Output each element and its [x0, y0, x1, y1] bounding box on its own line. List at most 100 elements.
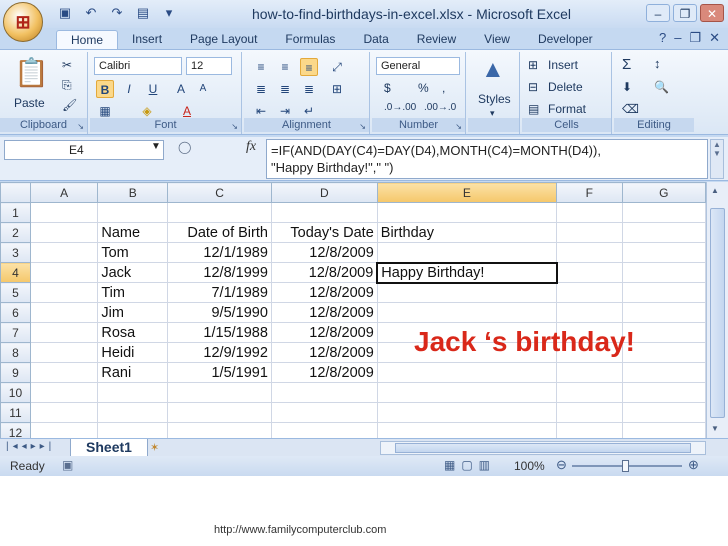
col-header-c[interactable]: C — [167, 182, 272, 203]
cell[interactable] — [556, 282, 623, 303]
align-top-icon[interactable]: ≡ — [252, 58, 270, 76]
col-header-g[interactable]: G — [621, 182, 706, 203]
macro-record-icon[interactable]: ▣ — [62, 458, 73, 472]
cell[interactable] — [376, 422, 558, 438]
redo-icon[interactable]: ↷ — [108, 5, 126, 21]
col-header-b[interactable]: B — [97, 182, 169, 203]
delete-cells-button[interactable]: Delete — [548, 80, 583, 94]
cell[interactable] — [167, 422, 272, 438]
col-header-e[interactable]: E — [376, 182, 558, 203]
tab-review[interactable]: Review — [403, 30, 470, 50]
cell[interactable]: Tim — [97, 282, 169, 303]
cell[interactable] — [621, 402, 706, 423]
cut-icon[interactable]: ✂ — [62, 58, 72, 72]
font-size-select[interactable]: 12 — [186, 57, 232, 75]
number-launcher-icon[interactable]: ↘ — [455, 122, 462, 131]
autosum-icon[interactable]: Σ — [622, 56, 631, 73]
copy-icon[interactable]: ⎘ — [62, 78, 72, 93]
cell[interactable] — [376, 242, 558, 263]
cell[interactable]: 12/8/2009 — [270, 302, 378, 323]
cell[interactable] — [376, 402, 558, 423]
cell[interactable] — [556, 362, 623, 383]
zoom-in-icon[interactable]: ⊕ — [688, 457, 699, 473]
cell[interactable]: 1/5/1991 — [167, 362, 272, 383]
form-icon[interactable]: ▤ — [134, 5, 152, 21]
cell[interactable] — [270, 402, 378, 423]
cell[interactable] — [29, 282, 99, 303]
tab-formulas[interactable]: Formulas — [271, 30, 349, 50]
tab-developer[interactable]: Developer — [524, 30, 607, 50]
cell[interactable] — [621, 262, 706, 283]
styles-icon[interactable]: ▲ — [481, 56, 505, 84]
ribbon-close-icon[interactable]: ✕ — [709, 30, 720, 46]
cell[interactable] — [556, 402, 623, 423]
cell[interactable] — [621, 422, 706, 438]
tab-page-layout[interactable]: Page Layout — [176, 30, 271, 50]
vertical-scrollbar[interactable]: ▲ ▼ — [706, 182, 728, 438]
cell[interactable] — [97, 202, 169, 223]
cell[interactable] — [376, 302, 558, 323]
cell[interactable] — [270, 382, 378, 403]
row-header[interactable]: 10 — [0, 382, 31, 403]
row-header[interactable]: 11 — [0, 402, 31, 423]
cell[interactable]: 12/8/2009 — [270, 282, 378, 303]
align-left-icon[interactable]: ≣ — [252, 80, 270, 98]
underline-icon[interactable]: U — [144, 80, 162, 98]
align-bottom-icon[interactable]: ≡ — [300, 58, 318, 76]
cell[interactable] — [376, 362, 558, 383]
minimize-button[interactable]: – — [646, 4, 670, 22]
cell[interactable]: Jim — [97, 302, 169, 323]
cell[interactable]: 12/8/2009 — [270, 322, 378, 343]
undo-icon[interactable]: ↶ — [82, 5, 100, 21]
cell[interactable] — [29, 322, 99, 343]
scroll-up-icon[interactable]: ▲ — [711, 186, 719, 195]
cell[interactable] — [621, 242, 706, 263]
cell[interactable] — [97, 422, 169, 438]
row-header[interactable]: 7 — [0, 322, 31, 343]
view-buttons[interactable]: ▦▢▥ — [444, 458, 496, 472]
align-right-icon[interactable]: ≣ — [300, 80, 318, 98]
fill-icon[interactable]: ⬇ — [622, 80, 632, 94]
paste-icon[interactable]: 📋 — [14, 56, 49, 89]
cell[interactable] — [556, 382, 623, 403]
align-center-icon[interactable]: ≣ — [276, 80, 294, 98]
cell[interactable]: Tom — [97, 242, 169, 263]
cell[interactable] — [97, 382, 169, 403]
horizontal-scrollbar[interactable] — [380, 441, 706, 455]
row-header[interactable]: 3 — [0, 242, 31, 263]
zoom-slider-thumb[interactable] — [622, 460, 629, 472]
help-icon[interactable]: ? — [659, 30, 666, 46]
find-select-icon[interactable]: 🔍 — [654, 80, 669, 94]
cell[interactable]: 1/15/1988 — [167, 322, 272, 343]
zoom-out-icon[interactable]: ⊖ — [556, 457, 567, 473]
format-cells-icon[interactable]: ▤ — [528, 102, 539, 116]
save-icon[interactable]: ▣ — [56, 5, 74, 21]
delete-cells-icon[interactable]: ⊟ — [528, 80, 538, 94]
cell[interactable]: Date of Birth — [167, 222, 272, 243]
formula-input[interactable]: =IF(AND(DAY(C4)=DAY(D4),MONTH(C4)=MONTH(… — [266, 139, 708, 179]
cell[interactable] — [29, 402, 99, 423]
name-box[interactable]: E4 — [4, 140, 164, 160]
cell[interactable] — [556, 302, 623, 323]
insert-sheet-icon[interactable]: ✶ — [150, 441, 159, 454]
cell[interactable]: 12/8/2009 — [270, 362, 378, 383]
col-header-a[interactable]: A — [29, 182, 99, 203]
formula-bar-scroll[interactable]: ▲ ▼ — [710, 139, 724, 179]
comma-style-icon[interactable]: , — [442, 81, 445, 95]
format-painter-icon[interactable]: 🖌 — [62, 98, 77, 112]
bold-icon[interactable]: B — [96, 80, 114, 98]
cell[interactable] — [29, 222, 99, 243]
font-launcher-icon[interactable]: ↘ — [231, 122, 238, 131]
row-header[interactable]: 5 — [0, 282, 31, 303]
restore-button[interactable]: ❐ — [673, 4, 697, 22]
cell[interactable]: 9/5/1990 — [167, 302, 272, 323]
col-header-d[interactable]: D — [270, 182, 378, 203]
tab-view[interactable]: View — [470, 30, 524, 50]
tab-data[interactable]: Data — [349, 30, 402, 50]
currency-button[interactable]: $ — [384, 81, 391, 95]
cell[interactable] — [376, 282, 558, 303]
cell[interactable]: 12/8/1999 — [167, 262, 272, 283]
row-header[interactable]: 6 — [0, 302, 31, 323]
cell[interactable] — [29, 242, 99, 263]
row-header[interactable]: 1 — [0, 202, 31, 223]
